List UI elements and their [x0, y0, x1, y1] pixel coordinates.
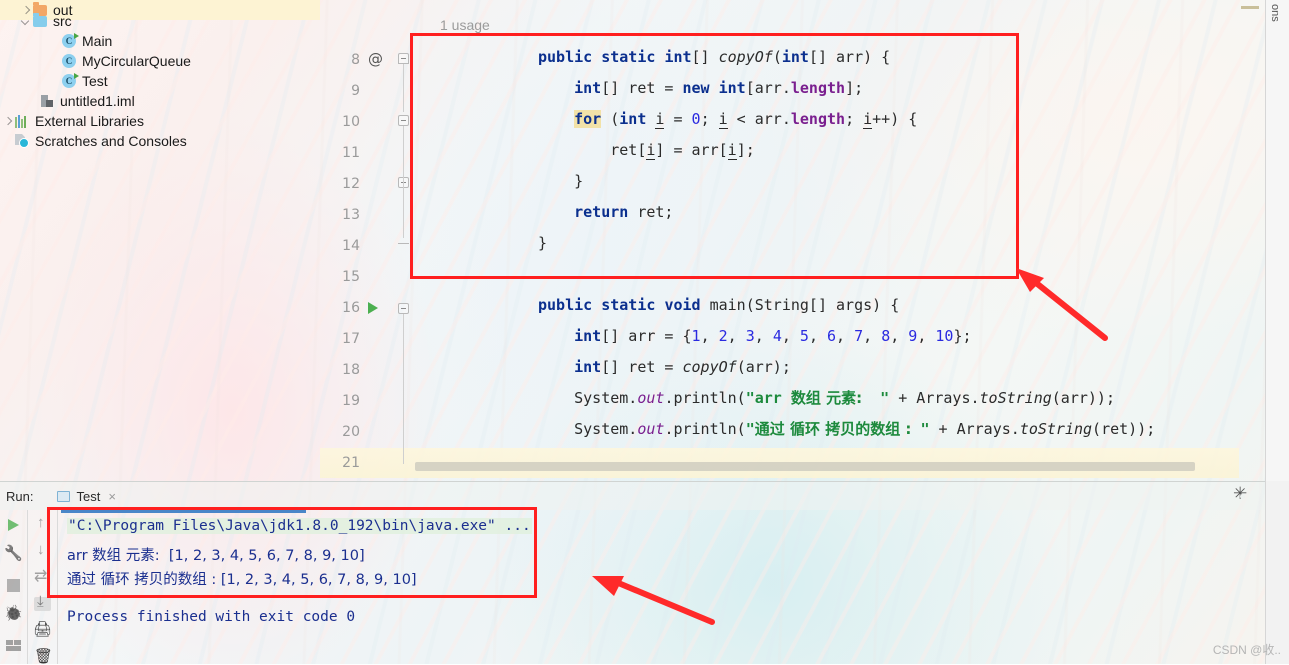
code-line-18: int[] ret = copyOf(arr); — [574, 358, 791, 376]
scroll-up-icon[interactable] — [34, 514, 51, 532]
gear-icon[interactable] — [1233, 484, 1249, 504]
code-line-14: } — [538, 234, 548, 252]
run-side-toolbar-primary[interactable] — [0, 510, 28, 664]
tree-item-untitled1-iml[interactable]: untitled1.iml — [40, 91, 320, 111]
tree-item-label: Test — [82, 73, 108, 89]
run-tab-label: Test — [76, 488, 101, 504]
right-tool-strip[interactable]: ons — [1265, 0, 1289, 481]
fold-guide-line — [403, 126, 404, 238]
close-icon[interactable]: × — [108, 489, 116, 504]
line-number: 10 — [342, 114, 360, 130]
code-line-19: System.out.println("arr 数组 元素: " + Array… — [538, 389, 1115, 407]
run-side-toolbar-secondary[interactable] — [28, 510, 58, 664]
run-configuration-icon — [57, 490, 71, 502]
folder-blue-icon — [33, 12, 47, 27]
tree-item-label: MyCircularQueue — [82, 53, 191, 69]
code-line-13: return ret; — [574, 203, 674, 221]
console-line-output: 通过 循环 拷贝的数组 : [1, 2, 3, 4, 5, 6, 7, 8, 9… — [67, 572, 417, 588]
code-line-20: System.out.println("通过 循环 拷贝的数组 : " + Ar… — [538, 420, 1156, 438]
tree-item-test[interactable]: C Test — [62, 71, 320, 91]
code-line-17: int[] arr = {1, 2, 3, 4, 5, 6, 7, 8, 9, … — [574, 327, 972, 345]
stop-icon[interactable] — [5, 577, 22, 594]
iml-file-icon — [40, 94, 54, 108]
tree-item-mycircularqueue[interactable]: C MyCircularQueue — [62, 51, 320, 71]
console-output[interactable]: "C:\Program Files\Java\jdk1.8.0_192\bin\… — [58, 510, 1289, 664]
run-tool-window[interactable]: Run: Test × "C:\Program Files\Java\jdk1.… — [0, 481, 1289, 664]
tree-item-scratches-and-consoles[interactable]: Scratches and Consoles — [15, 131, 320, 151]
tree-item-main[interactable]: C Main — [62, 31, 320, 51]
tree-item-label: src — [53, 13, 72, 29]
clear-all-icon[interactable] — [34, 650, 51, 665]
run-label: Run: — [6, 488, 34, 504]
code-line-9: int[] ret = new int[arr.length]; — [574, 79, 864, 97]
layout-icon[interactable] — [5, 637, 22, 654]
run-tab-test[interactable]: Test × — [57, 488, 116, 504]
code-text-area[interactable]: 1 usage public static int[] copyOf(int[]… — [405, 0, 1265, 481]
tree-item-external-libraries[interactable]: External Libraries — [2, 111, 320, 131]
console-line-command: "C:\Program Files\Java\jdk1.8.0_192\bin\… — [67, 518, 532, 534]
debug-icon[interactable] — [5, 607, 22, 624]
editor-gutter[interactable]: 8 9 10 11 12 13 14 15 16 17 18 19 20 21 … — [320, 0, 409, 481]
run-progress-bar — [61, 510, 306, 513]
tree-item-label: Scratches and Consoles — [35, 133, 187, 149]
tree-item-src[interactable]: src — [20, 11, 320, 31]
line-number: 20 — [342, 424, 360, 440]
line-number: 14 — [342, 238, 360, 254]
tree-item-label: untitled1.iml — [60, 93, 135, 109]
fold-guide-line — [403, 314, 404, 464]
console-line-output: arr 数组 元素: [1, 2, 3, 4, 5, 6, 7, 8, 9, 1… — [67, 548, 365, 564]
scratches-icon — [15, 134, 29, 148]
line-number: 9 — [351, 83, 360, 99]
line-number: 16 — [342, 300, 360, 316]
line-number: 12 — [342, 176, 360, 192]
code-line-16: public static void main(String[] args) { — [538, 296, 900, 314]
tree-item-label: External Libraries — [35, 113, 144, 129]
line-number: 11 — [342, 145, 360, 161]
usage-hint-label[interactable]: 1 usage — [440, 17, 490, 33]
java-class-runnable-icon: C — [62, 33, 79, 48]
editor-horizontal-scrollbar[interactable] — [415, 462, 1195, 471]
line-number: 21 — [342, 455, 360, 471]
run-play-icon[interactable] — [5, 517, 22, 534]
csdn-watermark: CSDN @收.. — [1212, 643, 1281, 657]
line-number: 8 — [351, 52, 360, 68]
scroll-down-icon[interactable] — [34, 541, 51, 559]
right-strip-label[interactable]: ons — [1269, 4, 1281, 22]
java-class-icon: C — [62, 54, 76, 68]
editor-right-marker — [1241, 6, 1259, 9]
line-number: 17 — [342, 331, 360, 347]
right-tool-strip-bottom — [1265, 481, 1289, 664]
code-line-10: for (int i = 0; i < arr.length; i++) { — [574, 110, 918, 129]
tree-item-label: Main — [82, 33, 113, 49]
code-line-8: public static int[] copyOf(int[] arr) { — [538, 48, 891, 66]
chevron-down-icon[interactable] — [20, 15, 33, 28]
console-line-exit: Process finished with exit code 0 — [67, 609, 356, 625]
run-method-gutter-icon[interactable] — [368, 302, 378, 314]
line-number: 19 — [342, 393, 360, 409]
wrench-icon[interactable] — [5, 547, 22, 564]
run-panel-header: Run: Test × — [0, 481, 1289, 510]
libraries-icon — [15, 114, 29, 128]
line-number: 13 — [342, 207, 360, 223]
code-line-11: ret[i] = arr[i]; — [538, 141, 755, 160]
print-icon[interactable] — [34, 623, 51, 638]
project-tree-panel: out src C Main C MyCircularQueue C Test … — [0, 0, 320, 481]
code-line-12: } — [538, 172, 584, 190]
code-editor[interactable]: 8 9 10 11 12 13 14 15 16 17 18 19 20 21 … — [320, 0, 1265, 481]
fold-guide-line — [403, 64, 404, 112]
annotation-marker-icon[interactable]: @ — [368, 50, 383, 68]
soft-wrap-icon[interactable] — [34, 566, 51, 585]
chevron-right-icon[interactable] — [2, 115, 15, 128]
java-class-runnable-icon: C — [62, 73, 79, 88]
line-number: 15 — [342, 269, 360, 285]
scroll-to-end-icon[interactable] — [34, 593, 51, 611]
line-number: 18 — [342, 362, 360, 378]
